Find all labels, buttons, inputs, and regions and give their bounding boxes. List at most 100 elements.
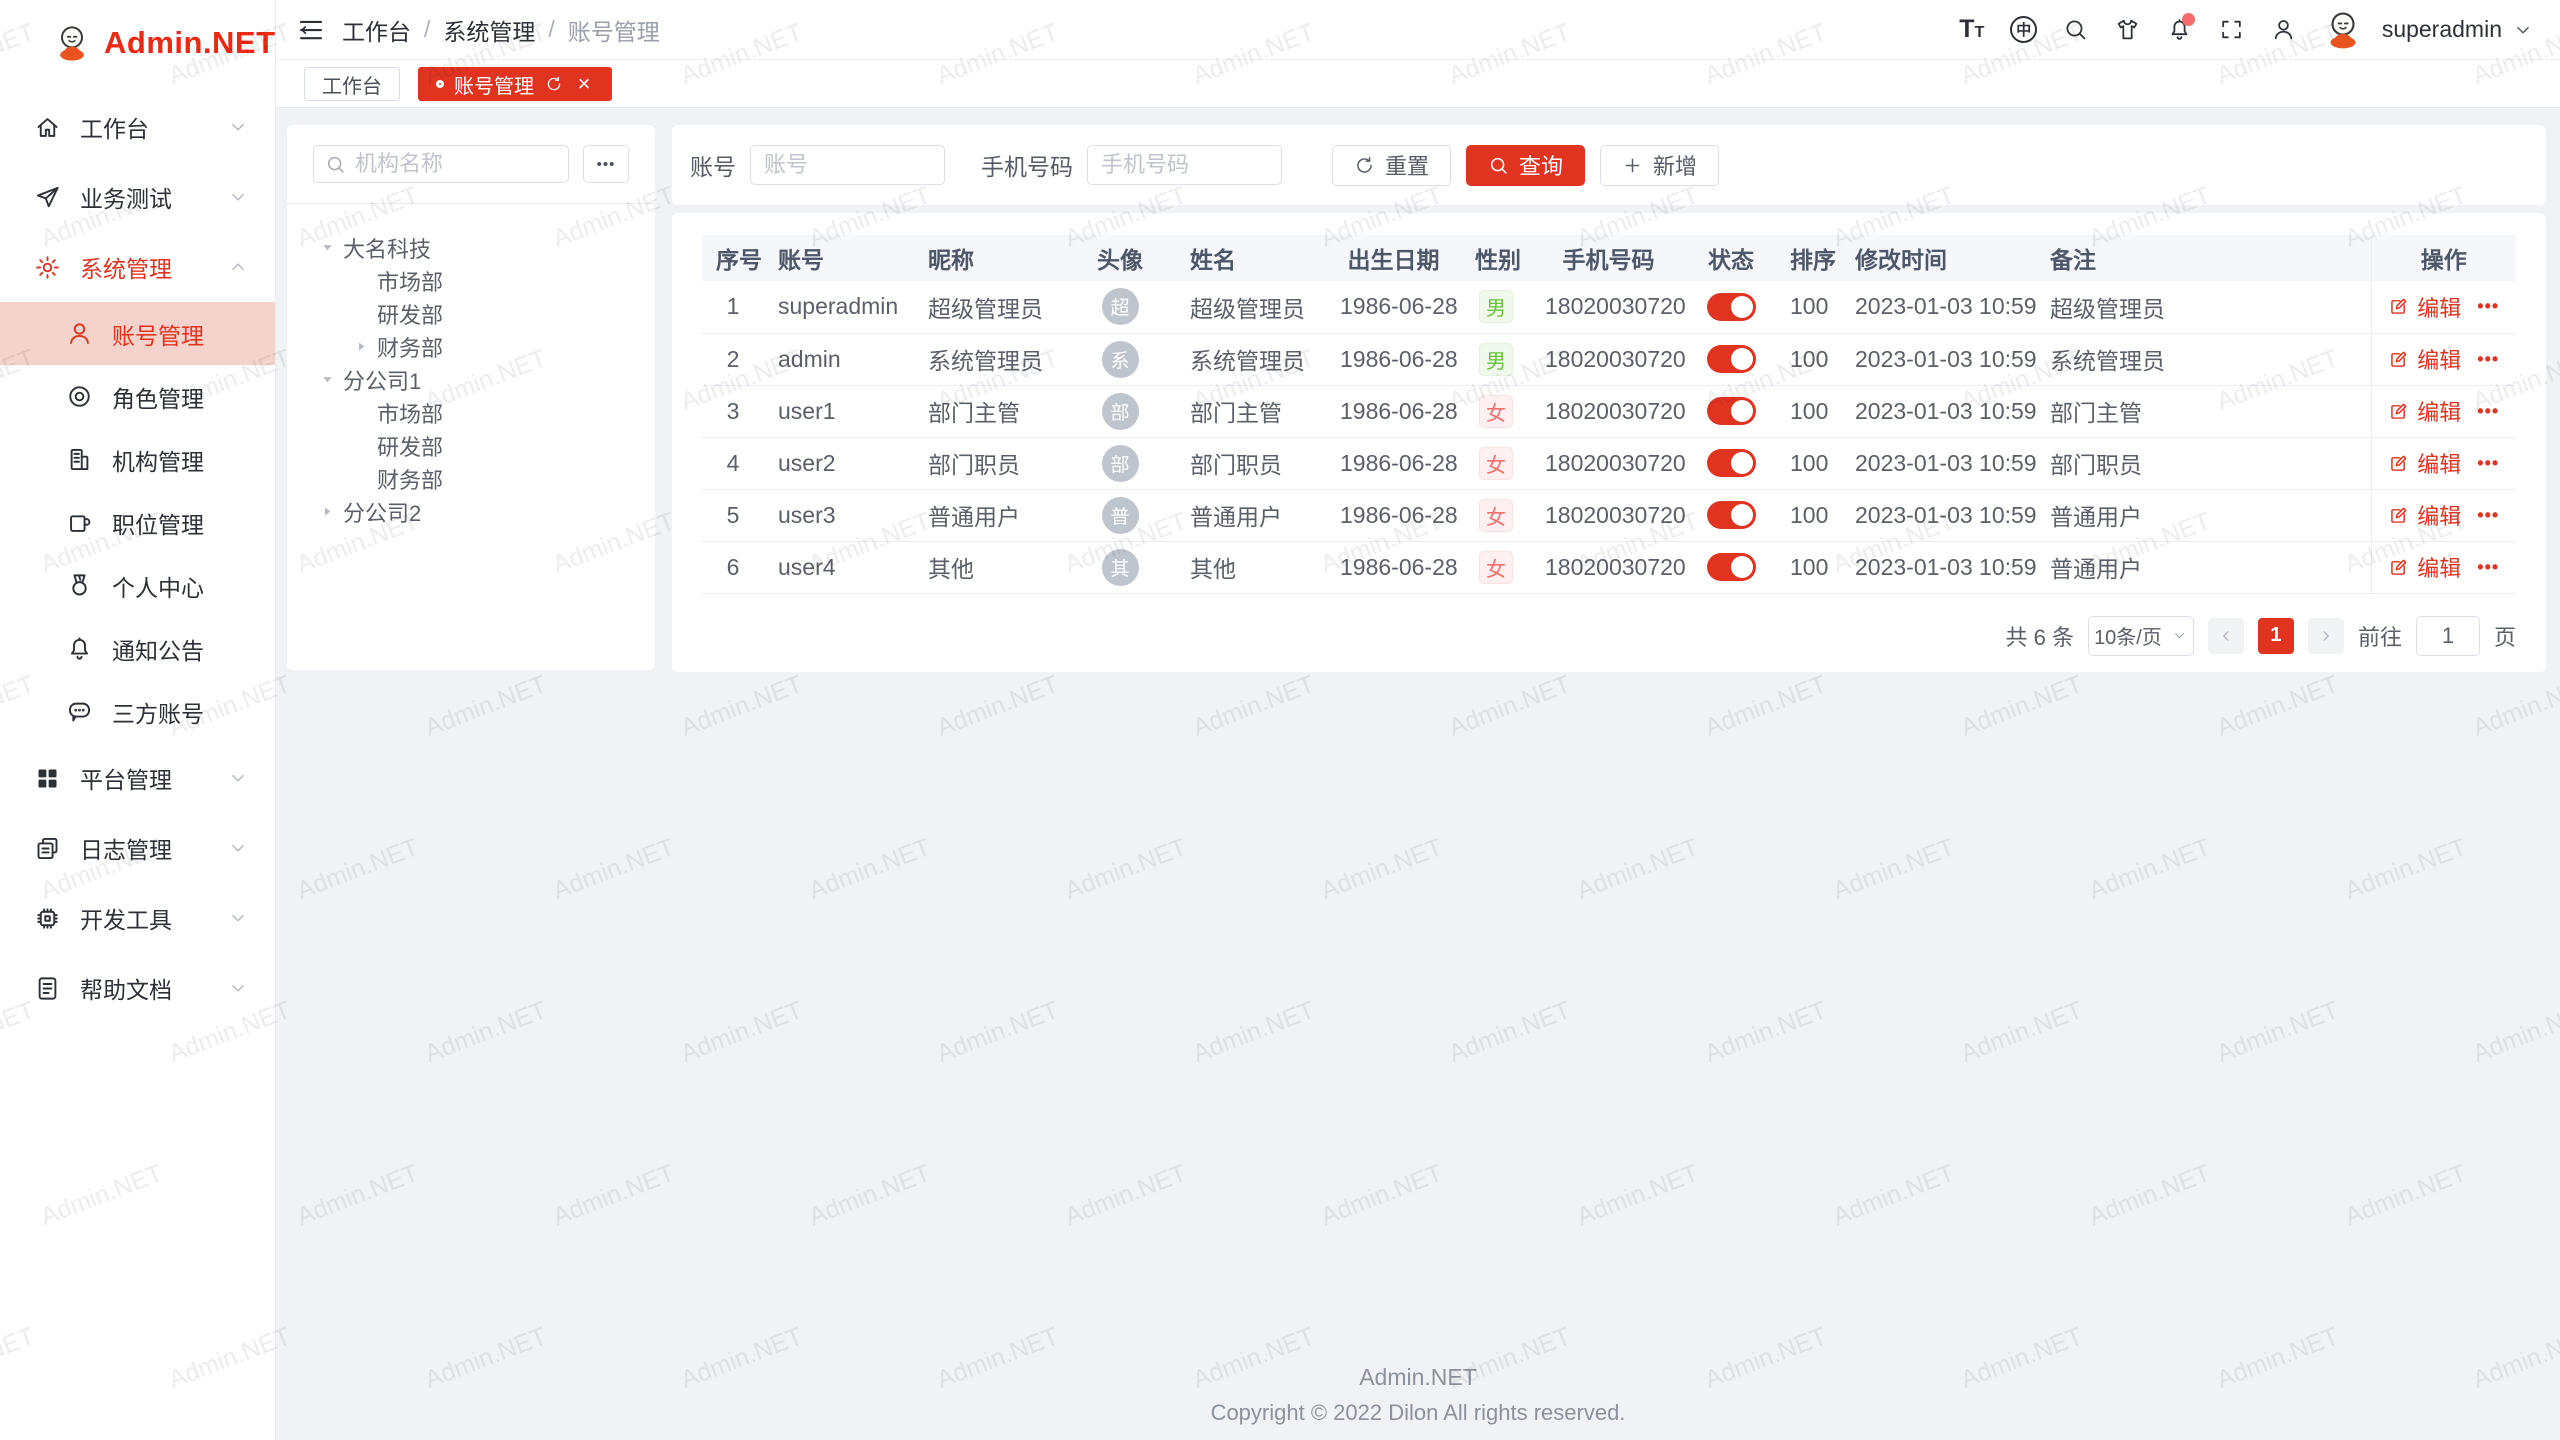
status-toggle[interactable] bbox=[1707, 345, 1756, 373]
notification-bell-icon[interactable] bbox=[2158, 8, 2202, 52]
home-icon bbox=[34, 114, 61, 141]
edit-button[interactable]: 编辑 bbox=[2388, 395, 2461, 427]
avatar: 部 bbox=[1102, 445, 1139, 482]
row-more-button[interactable]: ••• bbox=[2477, 296, 2499, 317]
language-icon[interactable]: 中 bbox=[2002, 8, 2046, 52]
sidebar-item-system-management[interactable]: 系统管理 bbox=[0, 232, 275, 302]
org-search-input[interactable] bbox=[355, 151, 557, 177]
tree-node[interactable]: 分公司2 bbox=[313, 495, 629, 528]
cell-time: 2023-01-03 10:59:44 bbox=[1841, 333, 2036, 385]
plus-icon bbox=[1622, 155, 1643, 176]
status-toggle[interactable] bbox=[1707, 293, 1756, 321]
tree-node[interactable]: 财务部 bbox=[313, 462, 629, 495]
add-button[interactable]: 新增 bbox=[1600, 145, 1719, 186]
tree-node[interactable]: 财务部 bbox=[313, 330, 629, 363]
status-toggle[interactable] bbox=[1707, 397, 1756, 425]
col-header-status: 状态 bbox=[1686, 235, 1776, 281]
theme-icon[interactable] bbox=[2106, 8, 2150, 52]
account-input[interactable] bbox=[750, 145, 945, 185]
profile-icon[interactable] bbox=[2262, 8, 2306, 52]
sidebar-item-help-docs[interactable]: 帮助文档 bbox=[0, 953, 275, 1023]
col-header-gender: 性别 bbox=[1461, 235, 1531, 281]
cell-sort: 100 bbox=[1776, 541, 1841, 593]
row-more-button[interactable]: ••• bbox=[2477, 401, 2499, 422]
sidebar-item-org-management[interactable]: 机构管理 bbox=[0, 428, 275, 491]
cell-remark: 部门主管 bbox=[2036, 385, 2371, 437]
status-toggle[interactable] bbox=[1707, 553, 1756, 581]
cell-status bbox=[1686, 333, 1776, 385]
phone-input[interactable] bbox=[1087, 145, 1282, 185]
search-icon[interactable] bbox=[2054, 8, 2098, 52]
tab-label: 工作台 bbox=[322, 70, 382, 99]
tab-workbench[interactable]: 工作台 bbox=[304, 67, 400, 101]
caret-down-icon[interactable] bbox=[321, 373, 334, 386]
username[interactable]: superadmin bbox=[2382, 16, 2502, 43]
tree-node[interactable]: 市场部 bbox=[313, 396, 629, 429]
sidebar-item-position-management[interactable]: 职位管理 bbox=[0, 491, 275, 554]
caret-right-icon[interactable] bbox=[321, 505, 334, 518]
sidebar-item-third-party-account[interactable]: 三方账号 bbox=[0, 680, 275, 743]
query-button[interactable]: 查询 bbox=[1466, 145, 1585, 186]
sidebar-item-log-management[interactable]: 日志管理 bbox=[0, 813, 275, 883]
status-toggle[interactable] bbox=[1707, 501, 1756, 529]
cell-birth: 1986-06-28 bbox=[1326, 437, 1461, 489]
user-avatar[interactable] bbox=[2322, 9, 2364, 51]
edit-button[interactable]: 编辑 bbox=[2388, 499, 2461, 531]
cell-avatar: 系 bbox=[1064, 333, 1176, 385]
page-unit-label: 页 bbox=[2494, 620, 2516, 652]
sidebar-item-role-management[interactable]: 角色管理 bbox=[0, 365, 275, 428]
tree-node[interactable]: 分公司1 bbox=[313, 363, 629, 396]
page-1-button[interactable]: 1 bbox=[2258, 618, 2294, 654]
tree-node[interactable]: 大名科技 bbox=[313, 231, 629, 264]
tree-node[interactable]: 研发部 bbox=[313, 297, 629, 330]
sidebar-item-profile-center[interactable]: 个人中心 bbox=[0, 554, 275, 617]
cell-sort: 100 bbox=[1776, 489, 1841, 541]
sidebar-item-dev-tools[interactable]: 开发工具 bbox=[0, 883, 275, 953]
tree-node[interactable]: 市场部 bbox=[313, 264, 629, 297]
chevron-down-icon bbox=[227, 837, 249, 859]
breadcrumb-workbench[interactable]: 工作台 bbox=[342, 13, 411, 47]
sidebar-item-label: 账号管理 bbox=[112, 317, 249, 351]
user-menu-chevron-icon[interactable] bbox=[2512, 19, 2534, 41]
next-page-button[interactable] bbox=[2308, 618, 2344, 654]
cell-name: 系统管理员 bbox=[1176, 333, 1326, 385]
edit-icon bbox=[2388, 296, 2409, 317]
sidebar-item-platform-management[interactable]: 平台管理 bbox=[0, 743, 275, 813]
tree-node[interactable]: 研发部 bbox=[313, 429, 629, 462]
caret-placeholder bbox=[355, 274, 368, 287]
tab-account-management[interactable]: 账号管理 × bbox=[418, 67, 612, 101]
edit-button[interactable]: 编辑 bbox=[2388, 551, 2461, 583]
menu-fold-icon[interactable] bbox=[296, 15, 326, 45]
page-size-select[interactable]: 10条/页 bbox=[2088, 616, 2194, 656]
edit-button[interactable]: 编辑 bbox=[2388, 291, 2461, 323]
logo[interactable]: Admin.NET bbox=[0, 0, 275, 86]
row-more-button[interactable]: ••• bbox=[2477, 505, 2499, 526]
row-more-button[interactable]: ••• bbox=[2477, 557, 2499, 578]
sidebar-item-account-management[interactable]: 账号管理 bbox=[0, 302, 275, 365]
edit-button[interactable]: 编辑 bbox=[2388, 343, 2461, 375]
reset-button[interactable]: 重置 bbox=[1332, 145, 1451, 186]
fullscreen-icon[interactable] bbox=[2210, 8, 2254, 52]
sidebar-item-notice[interactable]: 通知公告 bbox=[0, 617, 275, 680]
caret-right-icon[interactable] bbox=[355, 340, 368, 353]
edit-button[interactable]: 编辑 bbox=[2388, 447, 2461, 479]
cell-name: 超级管理员 bbox=[1176, 281, 1326, 333]
tab-close-icon[interactable]: × bbox=[574, 74, 594, 94]
prev-page-button[interactable] bbox=[2208, 618, 2244, 654]
goto-page-input[interactable] bbox=[2416, 616, 2480, 656]
breadcrumb-system-management[interactable]: 系统管理 bbox=[443, 13, 535, 47]
col-header-seq: 序号 bbox=[702, 235, 764, 281]
refresh-icon bbox=[1354, 155, 1375, 176]
cell-action: 编辑 ••• bbox=[2371, 437, 2516, 489]
row-more-button[interactable]: ••• bbox=[2477, 349, 2499, 370]
caret-down-icon[interactable] bbox=[321, 241, 334, 254]
cell-birth: 1986-06-28 bbox=[1326, 385, 1461, 437]
phone-label: 手机号码 bbox=[981, 148, 1073, 182]
sidebar-item-workbench[interactable]: 工作台 bbox=[0, 92, 275, 162]
sidebar-item-business-test[interactable]: 业务测试 bbox=[0, 162, 275, 232]
status-toggle[interactable] bbox=[1707, 449, 1756, 477]
org-more-button[interactable]: ••• bbox=[583, 145, 629, 183]
row-more-button[interactable]: ••• bbox=[2477, 453, 2499, 474]
tab-refresh-icon[interactable] bbox=[544, 74, 564, 94]
font-size-icon[interactable]: TT bbox=[1950, 8, 1994, 52]
